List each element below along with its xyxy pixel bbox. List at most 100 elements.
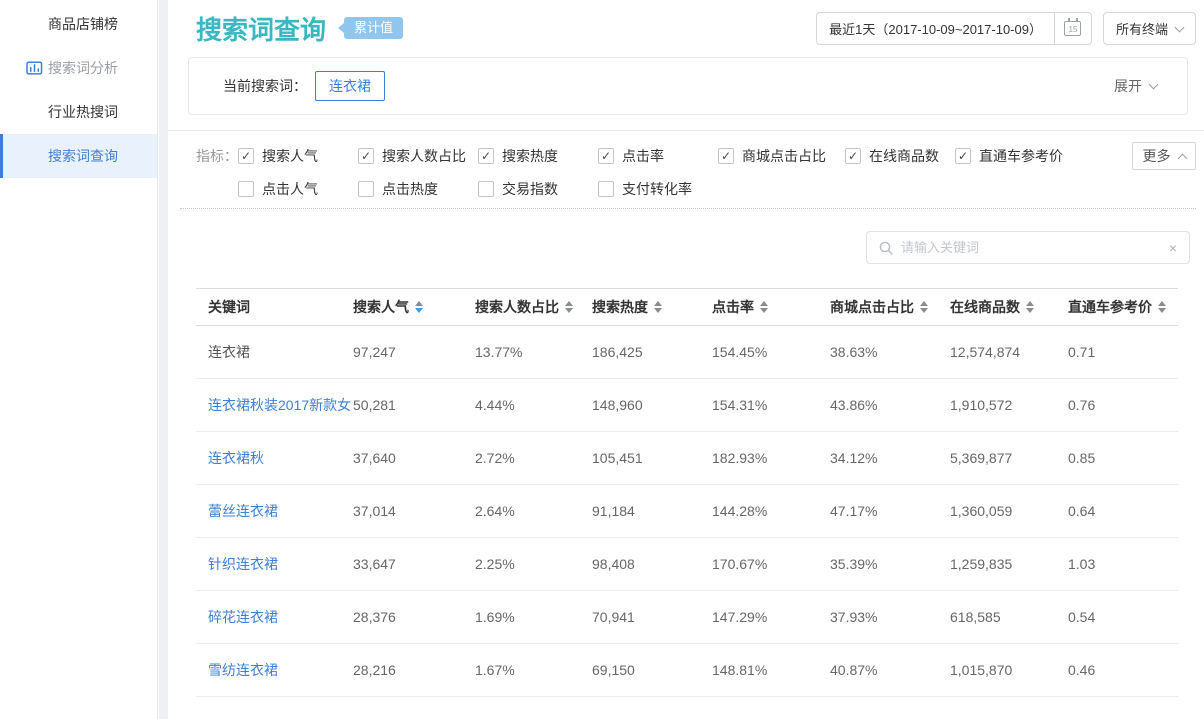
expand-toggle[interactable]: 展开 [1114, 76, 1157, 96]
keyword-cell[interactable]: 雪纺连衣裙 [208, 660, 353, 680]
table-header: 关键词 搜索人气搜索人数占比 搜索热度 点击率 商城点击占比在线商品数 直通车参考价 [196, 288, 1178, 326]
metric-checkbox-label: 商城点击占比 [742, 146, 826, 166]
value-cell: 0.54 [1068, 609, 1178, 625]
checkbox-checked-icon: ✓ [478, 148, 494, 164]
checkbox-unchecked-icon [358, 181, 374, 197]
metric-checkbox[interactable]: ✓直通车参考价 [955, 146, 1063, 166]
dotted-divider [180, 208, 1196, 209]
value-cell: 37.93% [830, 609, 950, 625]
sidebar-item-2[interactable]: 搜索词分析 [0, 46, 157, 90]
metric-checkbox-label: 点击热度 [382, 179, 438, 199]
table-row: 针织连衣裙33,6472.25%98,408170.67%35.39%1,259… [196, 538, 1178, 591]
metric-checkbox-label: 交易指数 [502, 179, 558, 199]
metric-checkbox-label: 在线商品数 [869, 146, 939, 166]
value-cell: 1,910,572 [950, 397, 1068, 413]
keyword-cell[interactable]: 连衣裙秋 [208, 448, 353, 468]
clear-icon[interactable]: × [1169, 241, 1177, 255]
sidebar-item-4[interactable]: 搜索词查询 [0, 134, 157, 178]
column-label: 搜索人数占比 [475, 297, 559, 317]
metric-checkbox-label: 支付转化率 [622, 179, 692, 199]
value-cell: 50,281 [353, 397, 475, 413]
checkbox-checked-icon: ✓ [845, 148, 861, 164]
sidebar-item-label: 行业热搜词 [48, 102, 118, 122]
value-cell: 1,360,059 [950, 503, 1068, 519]
checkbox-checked-icon: ✓ [718, 148, 734, 164]
calendar-icon: 15 [1064, 21, 1081, 36]
value-cell: 1.03 [1068, 556, 1178, 572]
sort-icon [415, 301, 423, 313]
column-label: 直通车参考价 [1068, 297, 1152, 317]
metric-checkbox-label: 点击率 [622, 146, 664, 166]
chevron-down-icon [1175, 22, 1185, 32]
column-header-2[interactable]: 搜索人气 [353, 297, 475, 317]
table-body: 连衣裙97,24713.77%186,425154.45%38.63%12,57… [196, 326, 1178, 697]
value-cell: 91,184 [592, 503, 712, 519]
current-term-button[interactable]: 连衣裙 [315, 71, 385, 101]
metric-checkbox[interactable]: ✓搜索人气 [238, 146, 358, 166]
keyword-cell[interactable]: 针织连衣裙 [208, 554, 353, 574]
sidebar-item-3[interactable]: 行业热搜词 [0, 90, 157, 134]
table-row: 连衣裙秋37,6402.72%105,451182.93%34.12%5,369… [196, 432, 1178, 485]
main-content: 搜索词查询 累计值 最近1天（2017-10-09~2017-10-09） 15… [168, 0, 1204, 719]
checkbox-checked-icon: ✓ [598, 148, 614, 164]
sort-icon [654, 301, 662, 313]
keyword-cell[interactable]: 连衣裙秋装2017新款女 [208, 395, 353, 415]
column-header-7[interactable]: 在线商品数 [950, 297, 1068, 317]
sort-icon [1158, 301, 1166, 313]
metric-checkbox[interactable]: 交易指数 [478, 179, 598, 199]
metric-checkbox-label: 搜索人气 [262, 146, 318, 166]
value-cell: 28,376 [353, 609, 475, 625]
metric-checkbox[interactable]: ✓ 点击率 [598, 146, 718, 166]
terminal-label: 所有终端 [1116, 19, 1168, 38]
column-label: 在线商品数 [950, 297, 1020, 317]
calendar-button[interactable]: 15 [1055, 12, 1092, 45]
column-label: 点击率 [712, 297, 754, 317]
more-button[interactable]: 更多 [1132, 142, 1196, 170]
keywords-table: 关键词 搜索人气搜索人数占比 搜索热度 点击率 商城点击占比在线商品数 直通车参考价 连衣… [196, 288, 1178, 697]
value-cell: 43.86% [830, 397, 950, 413]
table-row: 连衣裙秋装2017新款女50,2814.44%148,960154.31%43.… [196, 379, 1178, 432]
sort-icon [760, 301, 768, 313]
metric-checkbox[interactable]: ✓搜索人数占比 [358, 146, 478, 166]
value-cell: 13.77% [475, 344, 592, 360]
value-cell: 182.93% [712, 450, 830, 466]
metric-checkbox[interactable]: 点击热度 [358, 179, 478, 199]
value-cell: 148,960 [592, 397, 712, 413]
terminal-selector[interactable]: 所有终端 [1103, 12, 1196, 45]
sidebar-gutter [159, 0, 168, 719]
value-cell: 0.64 [1068, 503, 1178, 519]
column-header-4[interactable]: 搜索热度 [592, 297, 712, 317]
checkbox-checked-icon: ✓ [358, 148, 374, 164]
value-cell: 12,574,874 [950, 344, 1068, 360]
metric-checkbox[interactable]: 点击人气 [238, 179, 358, 199]
value-cell: 170.67% [712, 556, 830, 572]
column-label: 搜索热度 [592, 297, 648, 317]
value-cell: 147.29% [712, 609, 830, 625]
value-cell: 1,259,835 [950, 556, 1068, 572]
column-header-8[interactable]: 直通车参考价 [1068, 297, 1178, 317]
value-cell: 98,408 [592, 556, 712, 572]
column-header-3[interactable]: 搜索人数占比 [475, 297, 592, 317]
value-cell: 1,015,870 [950, 662, 1068, 678]
expand-label: 展开 [1114, 76, 1142, 96]
checkbox-unchecked-icon [238, 181, 254, 197]
keyword-cell[interactable]: 碎花连衣裙 [208, 607, 353, 627]
value-cell: 154.31% [712, 397, 830, 413]
search-input[interactable] [901, 240, 1161, 255]
metric-checkbox[interactable]: 支付转化率 [598, 179, 692, 199]
column-header-5[interactable]: 点击率 [712, 297, 830, 317]
column-header-6[interactable]: 商城点击占比 [830, 297, 950, 317]
metrics-row-2: 点击人气 点击热度 交易指数 支付转化率 [196, 179, 1196, 199]
metric-checkbox[interactable]: ✓ 商城点击占比 [718, 146, 845, 166]
table-row: 雪纺连衣裙28,2161.67%69,150148.81%40.87%1,015… [196, 644, 1178, 697]
calendar-day-label: 15 [1069, 25, 1078, 35]
keyword-cell[interactable]: 蕾丝连衣裙 [208, 501, 353, 521]
date-range-picker[interactable]: 最近1天（2017-10-09~2017-10-09） [816, 12, 1055, 45]
checkbox-unchecked-icon [598, 181, 614, 197]
column-label: 关键词 [208, 297, 250, 317]
sidebar-item-1[interactable]: 商品店铺榜 [0, 2, 157, 46]
chevron-up-icon [1177, 153, 1187, 163]
value-cell: 2.25% [475, 556, 592, 572]
metric-checkbox[interactable]: ✓ 在线商品数 [845, 146, 955, 166]
metric-checkbox[interactable]: ✓搜索热度 [478, 146, 598, 166]
